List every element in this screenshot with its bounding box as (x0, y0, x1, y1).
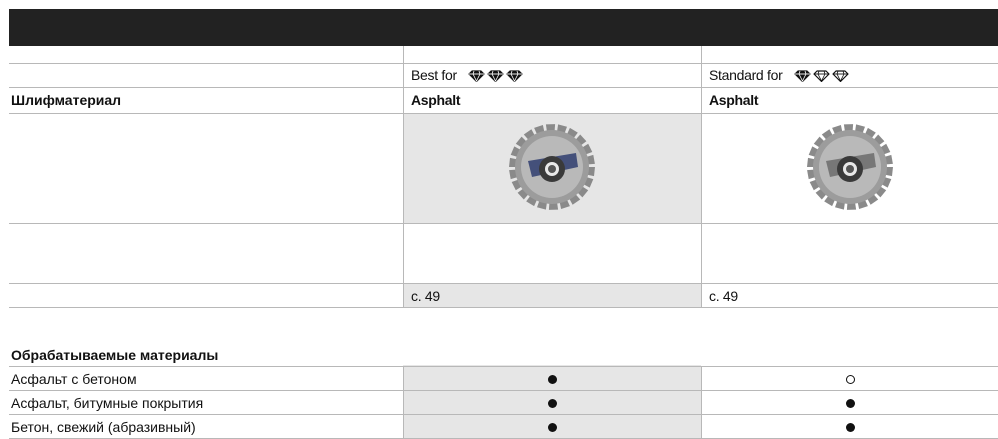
rule (9, 414, 998, 415)
material-label: Асфальт с бетоном (11, 371, 137, 387)
rule (9, 223, 998, 224)
column-divider (701, 46, 702, 308)
column-divider (403, 46, 404, 308)
page-cell-bg (403, 283, 701, 307)
full-dot-icon (548, 423, 557, 432)
header-bar (403, 9, 998, 46)
rule (9, 63, 998, 64)
full-dot-icon (846, 399, 855, 408)
outline-diamond-icon (832, 67, 849, 83)
header-bar-left (9, 9, 403, 46)
empty-dot-icon (846, 375, 855, 384)
filled-diamond-icon (506, 67, 523, 83)
full-dot-icon (548, 399, 557, 408)
rule (9, 283, 998, 284)
product-disc-image-standard (806, 123, 894, 211)
full-dot-icon (846, 423, 855, 432)
rule (9, 390, 998, 391)
material-label: Асфальт, битумные покрытия (11, 395, 204, 411)
rule (9, 366, 998, 367)
abrasive-col1: Asphalt (411, 92, 461, 108)
rating-diamonds (794, 67, 851, 83)
column-divider (701, 366, 702, 439)
outline-diamond-icon (813, 67, 830, 83)
rating-diamonds (468, 67, 525, 83)
filled-diamond-icon (487, 67, 504, 83)
material-label: Бетон, свежий (абразивный) (11, 419, 196, 435)
column-divider (403, 366, 404, 439)
abrasive-col2: Asphalt (709, 92, 759, 108)
product-disc-image-best (508, 123, 596, 211)
standard-for-text: Standard for (709, 67, 783, 83)
page-ref-col2: с. 49 (709, 288, 738, 304)
abrasive-label: Шлифматериал (11, 92, 122, 108)
standard-for-label: Standard for (709, 67, 851, 83)
rule (9, 113, 998, 114)
page-ref-col1: с. 49 (411, 288, 440, 304)
filled-diamond-icon (468, 67, 485, 83)
full-dot-icon (548, 375, 557, 384)
filled-diamond-icon (794, 67, 811, 83)
best-for-text: Best for (411, 67, 457, 83)
rule (9, 307, 998, 308)
best-for-label: Best for (411, 67, 525, 83)
materials-title: Обрабатываемые материалы (11, 347, 219, 363)
rule (9, 87, 998, 88)
